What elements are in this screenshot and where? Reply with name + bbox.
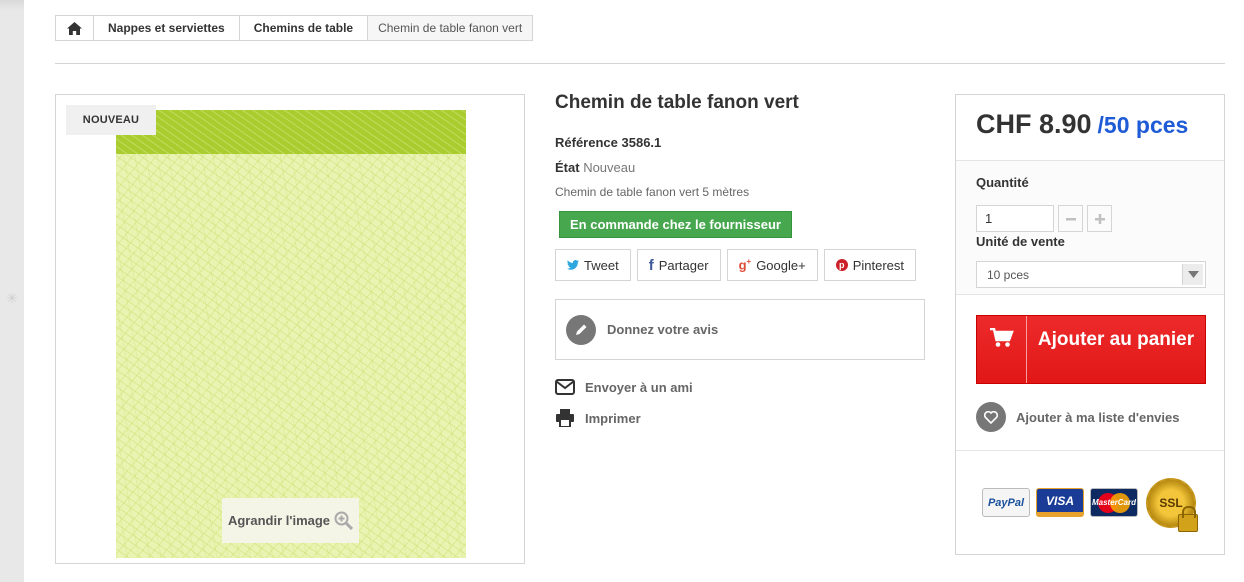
price-row: CHF 8.90 /50 pces [956, 95, 1224, 161]
facebook-share-button[interactable]: f Partager [636, 249, 721, 281]
wishlist-link[interactable]: Ajouter à ma liste d'envies [976, 402, 1179, 432]
availability-badge: En commande chez le fournisseur [559, 211, 792, 238]
product-reference: Référence 3586.1 [555, 135, 661, 150]
background-decoration: ✳ [6, 290, 18, 306]
product-image-roll [116, 110, 466, 154]
purchase-options: Quantité Unité de vente 10 pces [956, 161, 1224, 295]
reference-label: Référence [555, 135, 618, 150]
tweet-label: Tweet [584, 257, 619, 273]
enlarge-image-label: Agrandir l'image [227, 513, 331, 528]
social-share: Tweet f Partager g+ Google+ p Pinterest [555, 249, 917, 281]
enlarge-image-button[interactable]: Agrandir l'image [222, 498, 359, 543]
quantity-input[interactable] [976, 205, 1054, 232]
google-plus-button[interactable]: g+ Google+ [726, 249, 818, 281]
tweet-button[interactable]: Tweet [555, 249, 631, 281]
ssl-badge-icon: SSL [1146, 477, 1198, 532]
quantity-label: Quantité [976, 175, 1029, 190]
state-value: Nouveau [583, 160, 636, 175]
mastercard-label: MasterCard [1091, 498, 1136, 507]
divider [55, 63, 1225, 64]
send-to-friend-link[interactable]: Envoyer à un ami [555, 379, 693, 395]
cart-icon [977, 316, 1027, 383]
write-review-button[interactable]: Donnez votre avis [555, 299, 925, 360]
ssl-label: SSL [1159, 495, 1183, 510]
print-link[interactable]: Imprimer [555, 409, 641, 427]
breadcrumb-nappes[interactable]: Nappes et serviettes [94, 16, 240, 40]
pencil-icon [566, 314, 596, 345]
send-to-friend-label: Envoyer à un ami [585, 379, 693, 395]
minus-icon [1065, 217, 1076, 220]
heart-icon [976, 402, 1006, 432]
new-badge: NOUVEAU [66, 105, 156, 135]
product-state: État Nouveau [555, 160, 635, 175]
pinterest-icon: p [835, 259, 848, 271]
write-review-label: Donnez votre avis [607, 322, 719, 337]
envelope-icon [555, 379, 575, 395]
buy-box: CHF 8.90 /50 pces Quantité Unité de vent… [955, 94, 1225, 555]
sales-unit-label: Unité de vente [976, 234, 1065, 249]
reference-value: 3586.1 [621, 135, 662, 150]
payment-methods: PayPal VISA MasterCard SSL [956, 450, 1224, 554]
chevron-down-icon [1182, 264, 1203, 285]
quantity-decrease-button[interactable] [1058, 205, 1083, 232]
breadcrumb: Nappes et serviettes Chemins de table Ch… [55, 15, 534, 41]
google-plus-label: Google+ [756, 257, 806, 273]
breadcrumb-home[interactable] [56, 16, 94, 40]
zoom-in-icon [334, 511, 354, 530]
product-title: Chemin de table fanon vert [555, 92, 799, 113]
quantity-increase-button[interactable] [1087, 205, 1112, 232]
pinterest-label: Pinterest [852, 257, 905, 273]
add-to-cart-button[interactable]: Ajouter au panier [976, 315, 1206, 384]
visa-logo: VISA [1036, 488, 1084, 517]
product-description: Chemin de table fanon vert 5 mètres [555, 185, 750, 199]
mastercard-logo: MasterCard [1090, 488, 1138, 517]
google-plus-icon: g+ [738, 257, 752, 273]
price: CHF 8.90 [976, 109, 1092, 139]
print-label: Imprimer [585, 410, 641, 426]
product-image-box: NOUVEAU Agrandir l'image [55, 94, 525, 564]
print-icon [556, 409, 574, 427]
breadcrumb-chemins[interactable]: Chemins de table [240, 16, 369, 40]
lock-icon [1178, 505, 1198, 532]
pinterest-button[interactable]: p Pinterest [823, 249, 917, 281]
sales-unit-value: 10 pces [987, 267, 1030, 282]
paypal-logo: PayPal [982, 488, 1030, 517]
facebook-icon: f [648, 256, 654, 274]
add-to-cart-label: Ajouter au panier [1037, 329, 1195, 350]
twitter-icon [567, 260, 579, 270]
sales-unit-select[interactable]: 10 pces [976, 261, 1206, 288]
breadcrumb-current: Chemin de table fanon vert [368, 16, 533, 40]
facebook-share-label: Partager [658, 257, 709, 273]
price-unit: /50 pces [1097, 112, 1189, 138]
state-label: État [555, 160, 580, 175]
plus-icon [1094, 213, 1105, 224]
wishlist-label: Ajouter à ma liste d'envies [1016, 409, 1180, 425]
home-icon [67, 21, 82, 35]
product-image[interactable] [116, 110, 466, 558]
